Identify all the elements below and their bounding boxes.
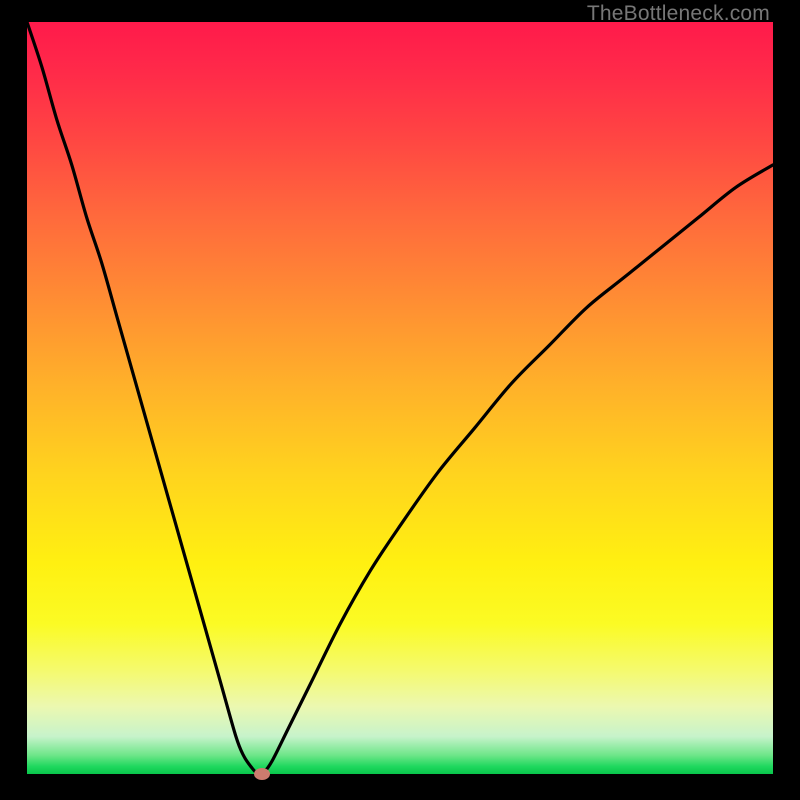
- bottleneck-curve: [27, 22, 773, 774]
- optimal-point-marker: [254, 768, 270, 780]
- curve-path: [27, 22, 773, 774]
- chart-frame: TheBottleneck.com: [0, 0, 800, 800]
